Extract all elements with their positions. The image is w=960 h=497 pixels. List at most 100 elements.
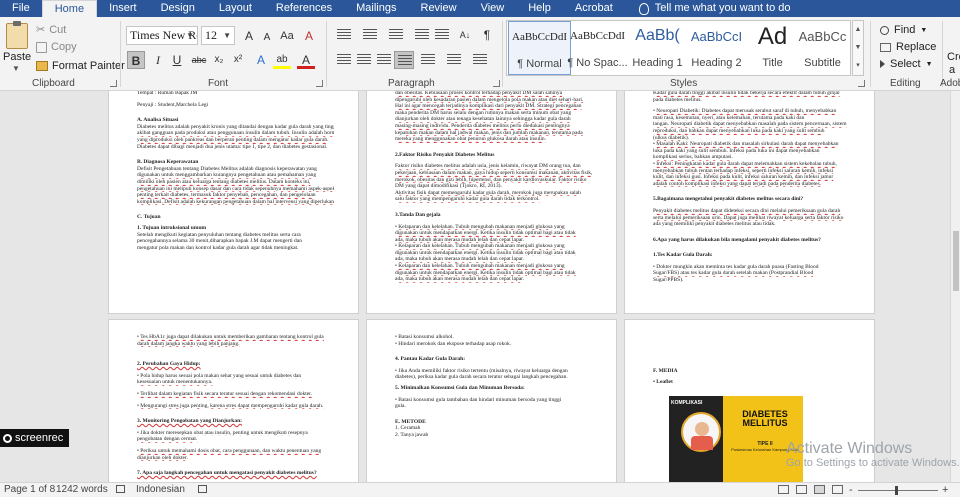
style-subtitle[interactable]: AaBbCc Subtitle <box>791 21 854 75</box>
print-layout-icon[interactable] <box>814 485 825 494</box>
clipboard-icon[interactable] <box>6 21 28 49</box>
sort-button[interactable]: A↓ <box>456 26 474 44</box>
shading-button[interactable] <box>444 51 464 69</box>
word-count[interactable]: 1242 words <box>56 483 108 497</box>
select-button[interactable]: Select ▼ <box>880 58 933 70</box>
grow-font-button[interactable]: A <box>240 27 258 45</box>
proofing-status[interactable] <box>116 483 125 497</box>
subscript-button[interactable]: x₂ <box>210 51 228 69</box>
font-launcher-icon[interactable] <box>316 80 323 87</box>
focus-mode-icon[interactable] <box>778 485 789 494</box>
zoom-in-button[interactable]: + <box>942 483 948 497</box>
paragraph-line: serta melalui pemeriksaan urin. Dapat ju… <box>653 214 844 221</box>
paragraph-line <box>653 187 850 192</box>
acrobat-group-label: Adob <box>940 78 960 89</box>
paragraph-line: 7. Apa saja langkah pencegahan untuk men… <box>137 470 317 477</box>
clear-formatting-button[interactable]: A <box>300 27 318 45</box>
font-size-combo[interactable]: 12 ▼ <box>201 26 235 45</box>
tab-design[interactable]: Design <box>149 0 207 17</box>
replace-button[interactable]: Replace <box>880 41 936 53</box>
font-group-label: Font <box>208 78 229 89</box>
underline-button[interactable]: U <box>168 51 186 69</box>
find-button[interactable]: Find ▼ <box>880 24 927 36</box>
numbering-button[interactable] <box>360 26 380 44</box>
tab-review[interactable]: Review <box>409 0 469 17</box>
multilevel-list-button[interactable] <box>386 26 406 44</box>
zoom-slider-handle[interactable] <box>895 486 898 495</box>
paragraph-line: digunakan untuk menggambarkan kurangnya … <box>137 172 317 179</box>
superscript-button[interactable]: x² <box>229 51 247 69</box>
page-4[interactable]: • Tes HbA1c juga dapat dilakukan untuk m… <box>108 319 359 482</box>
style-heading-2[interactable]: AaBbCcI Heading 2 <box>685 21 748 75</box>
justify-button[interactable] <box>394 51 414 69</box>
align-center-button[interactable] <box>354 51 374 69</box>
shrink-font-button[interactable]: A <box>258 29 276 47</box>
align-left-icon <box>337 54 351 66</box>
page-1[interactable]: Tempat : Rumah Bapak JM Penyaji : Student… <box>108 91 359 314</box>
style-heading-1[interactable]: AaBb( Heading 1 <box>626 21 689 75</box>
align-left-button[interactable] <box>334 51 354 69</box>
tab-references[interactable]: References <box>264 0 344 17</box>
tab-home[interactable]: Home <box>41 0 98 17</box>
zoom-out-button[interactable]: - <box>849 483 853 497</box>
paste-button[interactable]: Paste <box>3 51 31 63</box>
paragraph-line: • Batasi konsumsi gula tambahan dan hind… <box>395 396 562 403</box>
page-count[interactable]: Page 1 of 8 <box>4 483 55 497</box>
line-spacing-button[interactable] <box>418 51 438 69</box>
read-mode-icon[interactable] <box>796 485 807 494</box>
tab-file[interactable]: File <box>0 0 42 17</box>
align-right-button[interactable] <box>374 51 394 69</box>
italic-button[interactable]: I <box>149 51 167 69</box>
paragraph-launcher-icon[interactable] <box>493 80 500 87</box>
bold-button[interactable]: B <box>127 51 145 69</box>
text-effects-button[interactable]: A <box>252 51 270 69</box>
tab-layout[interactable]: Layout <box>207 0 264 17</box>
zoom-slider-track[interactable] <box>858 490 938 491</box>
show-formatting-button[interactable]: ¶ <box>478 26 496 44</box>
borders-icon <box>473 54 487 66</box>
style-normal[interactable]: AaBbCcDdI ¶ Normal <box>508 21 571 75</box>
create-pdf-button[interactable]: Cre <box>947 51 960 63</box>
language-indicator[interactable]: Indonesian <box>136 483 185 497</box>
paragraph-line: maka penderita DM harus selalu dengan ru… <box>395 109 572 116</box>
strikethrough-button[interactable]: abc <box>190 51 208 69</box>
paragraph-line: 2.Faktor Risiko Penyakit Diabetes Melitu… <box>395 151 495 158</box>
format-painter-button[interactable]: Format Painter <box>36 60 125 72</box>
paragraph-line <box>653 359 850 364</box>
page-2[interactable]: dan obesitas. Kebiasaan proses kontrol t… <box>366 91 617 314</box>
borders-button[interactable] <box>470 51 490 69</box>
increase-indent-button[interactable] <box>432 26 452 44</box>
create-pdf-button-line2[interactable]: a <box>949 64 955 76</box>
page-3[interactable]: Kadar gula darah tinggi akibat insulin t… <box>624 91 875 314</box>
highlight-button[interactable]: ab <box>273 51 291 69</box>
page-5[interactable]: • Batasi konsumsi alkohol. • Hindari mero… <box>366 319 617 482</box>
tab-mailings[interactable]: Mailings <box>344 0 408 17</box>
clipboard-launcher-icon[interactable] <box>110 80 117 87</box>
tab-insert[interactable]: Insert <box>97 0 149 17</box>
tell-me-box[interactable]: Tell me what you want to do <box>638 0 791 17</box>
font-name-combo[interactable]: Times New Ror ▼ <box>126 26 198 45</box>
styles-launcher-icon[interactable] <box>858 80 865 87</box>
paste-dropdown-icon[interactable]: ▼ <box>12 64 20 73</box>
macro-recording[interactable] <box>198 483 207 497</box>
decrease-indent-button[interactable] <box>412 26 432 44</box>
web-layout-icon[interactable] <box>832 485 843 494</box>
tab-help[interactable]: Help <box>516 0 563 17</box>
document-canvas[interactable]: Tempat : Rumah Bapak JM Penyaji : Student… <box>0 91 960 482</box>
tab-acrobat[interactable]: Acrobat <box>563 0 625 17</box>
cut-button[interactable]: ✂ Cut <box>36 23 66 37</box>
font-color-button[interactable]: A <box>297 51 315 69</box>
bullet-list-icon <box>337 29 351 41</box>
paragraph-line <box>395 347 592 352</box>
group-separator <box>120 21 121 87</box>
change-case-button[interactable]: Aa <box>278 27 296 45</box>
copy-button[interactable]: Copy <box>36 41 77 53</box>
tab-view[interactable]: View <box>469 0 517 17</box>
scrollbar-thumb[interactable] <box>953 231 959 291</box>
group-separator <box>326 21 327 87</box>
style-no-spacing[interactable]: AaBbCcDdI ¶ No Spac... <box>566 21 629 75</box>
search-icon <box>880 25 889 35</box>
vertical-scrollbar[interactable] <box>950 91 960 482</box>
bullets-button[interactable] <box>334 26 354 44</box>
styles-gallery-scroll[interactable]: ▲ ▼ ▾ <box>852 20 864 76</box>
